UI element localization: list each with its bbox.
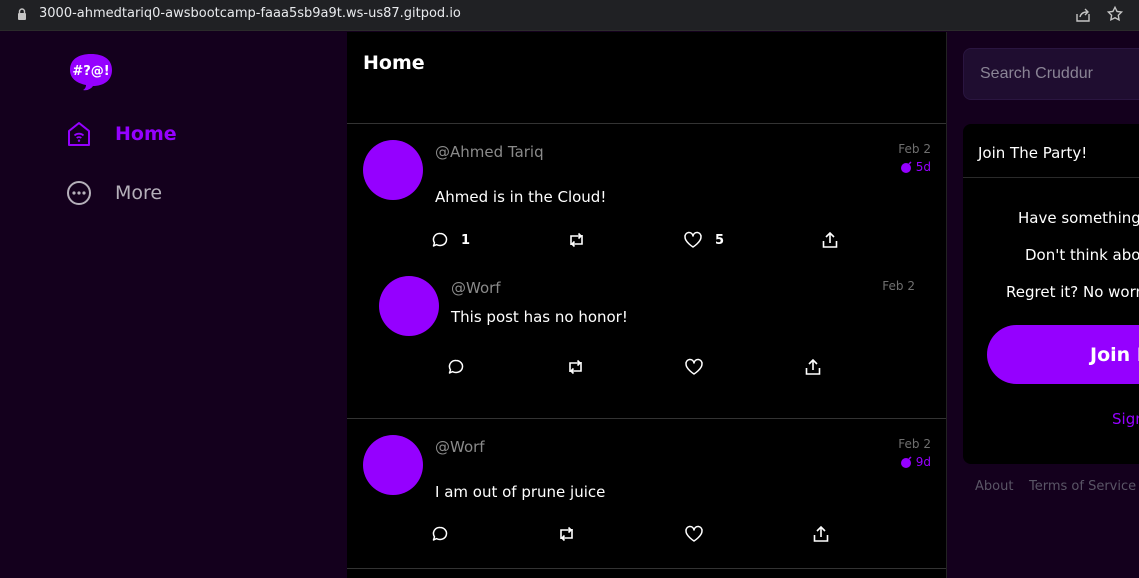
share-icon <box>805 358 821 375</box>
right-sidebar: Join The Party! Have something y Don't t… <box>947 32 1139 578</box>
like-button[interactable] <box>684 358 704 376</box>
post-message: Ahmed is in the Cloud! <box>435 188 607 206</box>
share-icon[interactable] <box>1074 6 1092 24</box>
cruddur-logo[interactable]: #?@! <box>66 52 116 92</box>
reply-button[interactable] <box>447 358 465 376</box>
join-line-3: Regret it? No worri <box>1006 283 1139 301</box>
post-handle[interactable]: @Ahmed Tariq <box>435 143 544 161</box>
reply-actions <box>347 358 946 382</box>
repost-button[interactable] <box>567 231 586 249</box>
repost-button[interactable] <box>557 525 576 543</box>
reply-icon <box>448 359 464 374</box>
search-input[interactable] <box>963 48 1139 100</box>
terms-of-service-link[interactable]: Terms of Service <box>1029 479 1136 494</box>
repost-icon <box>569 359 582 375</box>
activity-item[interactable]: @Worf Feb 2 9d I am out of prune juice <box>347 419 946 569</box>
share-button[interactable] <box>812 525 830 543</box>
like-button[interactable]: 5 <box>683 231 724 249</box>
avatar[interactable] <box>379 276 439 336</box>
bomb-icon <box>900 456 912 468</box>
post-expiry: 9d <box>900 455 931 469</box>
avatar[interactable] <box>363 140 423 200</box>
post-handle[interactable]: @Worf <box>435 438 485 456</box>
url-text[interactable]: 3000-ahmedtariq0-awsbootcamp-faaa5sb9a9t… <box>39 6 461 21</box>
nav-item-home[interactable]: Home <box>66 121 177 147</box>
heart-icon <box>685 358 703 375</box>
share-button[interactable] <box>804 358 822 376</box>
share-icon <box>822 231 838 248</box>
post-date: Feb 2 <box>898 437 931 451</box>
home-icon <box>68 122 90 146</box>
reply-handle[interactable]: @Worf <box>451 279 501 297</box>
page-title: Home <box>363 52 425 74</box>
star-icon[interactable] <box>1106 5 1124 23</box>
post-actions <box>347 525 946 549</box>
nav-label-more: More <box>115 182 163 204</box>
share-button[interactable] <box>821 231 839 249</box>
reply-button[interactable] <box>431 525 449 543</box>
heart-icon <box>685 525 703 542</box>
bomb-icon <box>900 161 912 173</box>
divider <box>963 177 1139 178</box>
join-title: Join The Party! <box>978 144 1088 162</box>
join-now-button[interactable]: Join N <box>987 325 1139 384</box>
post-date: Feb 2 <box>898 142 931 156</box>
reply-icon <box>432 232 448 247</box>
repost-button[interactable] <box>566 358 585 376</box>
nav-label-home: Home <box>115 123 177 145</box>
join-section: Join The Party! Have something y Don't t… <box>963 124 1139 464</box>
join-line-1: Have something y <box>1018 209 1139 227</box>
reply-count: 1 <box>461 232 471 248</box>
nav-item-more[interactable]: More <box>66 180 162 206</box>
like-count: 5 <box>715 232 725 248</box>
expiry-label: 5d <box>915 160 931 174</box>
expiry-label: 9d <box>915 455 931 469</box>
join-line-2: Don't think abou <box>1025 246 1139 264</box>
activity-item[interactable]: @Ahmed Tariq Feb 2 5d Ahmed is in the Cl… <box>347 124 946 419</box>
reply-button[interactable]: 1 <box>431 231 470 249</box>
like-button[interactable] <box>684 525 704 543</box>
feed-header: Home <box>347 32 946 124</box>
lock-icon <box>18 8 26 20</box>
repost-icon <box>570 232 583 248</box>
repost-icon <box>560 526 573 542</box>
post-expiry: 5d <box>900 160 931 174</box>
browser-address-bar: 3000-ahmedtariq0-awsbootcamp-faaa5sb9a9t… <box>0 0 1139 31</box>
heart-icon <box>684 231 702 248</box>
left-sidebar: #?@! Home More <box>0 32 347 578</box>
activity-feed: Home @Ahmed Tariq Feb 2 5d Ahmed is in t… <box>347 32 947 578</box>
about-link[interactable]: About <box>975 479 1013 494</box>
more-icon <box>67 181 91 205</box>
logo-text: #?@! <box>72 64 109 79</box>
post-actions: 1 5 <box>347 231 946 255</box>
reply-icon <box>432 526 448 541</box>
post-message: I am out of prune juice <box>435 483 606 501</box>
share-icon <box>813 525 829 542</box>
avatar[interactable] <box>363 435 423 495</box>
reply-date: Feb 2 <box>882 279 915 293</box>
sign-in-link[interactable]: Sign <box>1112 410 1139 428</box>
reply-message: This post has no honor! <box>451 308 628 326</box>
